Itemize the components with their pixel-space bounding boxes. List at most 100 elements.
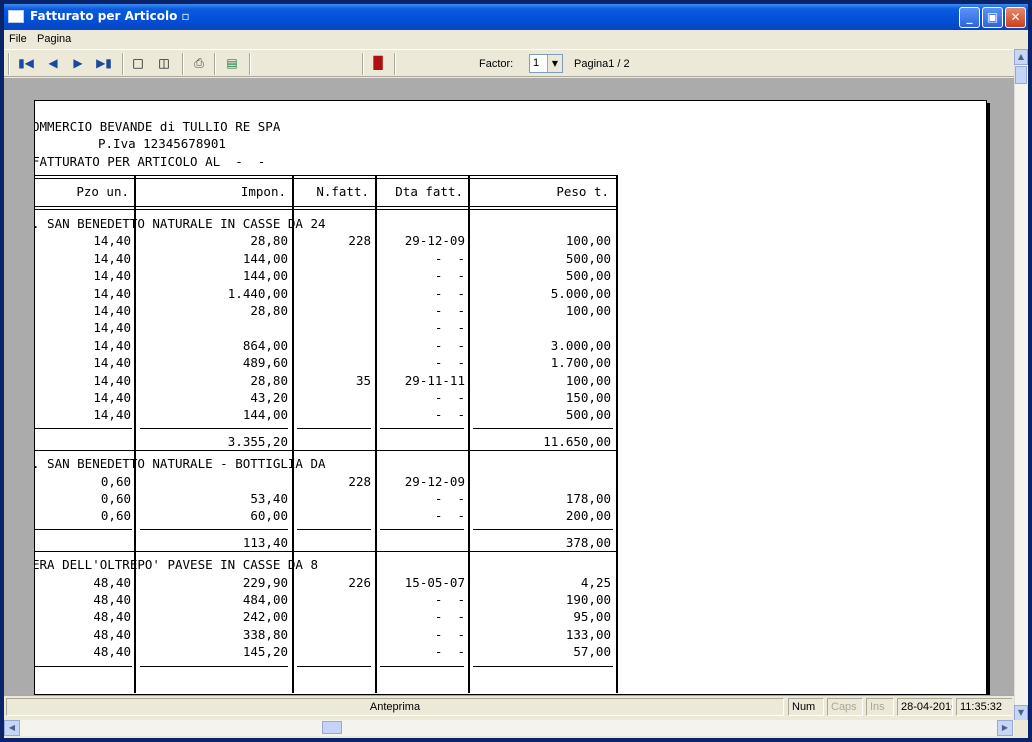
- factor-select[interactable]: 1 ▼: [529, 54, 563, 73]
- scroll-up-icon[interactable]: ▲: [1014, 49, 1028, 65]
- table-cell: 1.700,00: [550, 355, 611, 371]
- title-bar[interactable]: Fatturato per Articolo ▫ _ ▣ ✕: [4, 4, 1028, 30]
- table-cell: 14,40: [93, 233, 131, 249]
- subtotal-peso: 378,00: [565, 534, 611, 550]
- subtotal-impon: 3.355,20: [227, 433, 288, 449]
- table-cell: - -: [434, 355, 465, 371]
- header-top-rule: [35, 178, 616, 179]
- subtotal-rule: [35, 427, 132, 429]
- chevron-down-icon[interactable]: ▼: [547, 55, 562, 72]
- report-company: OMMERCIO BEVANDE di TULLIO RE SPA: [34, 119, 281, 134]
- subtotal-rule: [35, 528, 132, 530]
- scroll-left-icon[interactable]: ◀: [4, 720, 20, 736]
- table-cell: - -: [434, 320, 465, 336]
- previous-page-icon[interactable]: ◀: [43, 54, 63, 72]
- last-page-icon[interactable]: ▶▮: [94, 54, 114, 72]
- first-page-icon[interactable]: ▮◀: [16, 54, 36, 72]
- table-cell: 500,00: [565, 268, 611, 284]
- status-caps: Caps: [827, 698, 863, 716]
- status-ins: Ins: [866, 698, 894, 716]
- table-cell: 14,40: [93, 355, 131, 371]
- subtotal-rule: [473, 427, 613, 429]
- minimize-button[interactable]: _: [959, 7, 980, 28]
- two-pages-icon[interactable]: ◫: [154, 54, 174, 72]
- subtotal-rule: [297, 427, 371, 429]
- group-separator-rule: [35, 551, 616, 553]
- horizontal-scroll-thumb[interactable]: [322, 721, 342, 734]
- table-column-rule: [468, 175, 470, 693]
- subtotal-rule: [140, 665, 288, 667]
- print-icon[interactable]: ⎙: [189, 54, 209, 72]
- table-cell: - -: [434, 390, 465, 405]
- table-column-rule: [375, 175, 377, 693]
- table-cell: 864,00: [242, 337, 288, 353]
- table-cell: 28,80: [250, 233, 288, 249]
- table-cell: 133,00: [565, 626, 611, 642]
- toolbar-separator: [122, 53, 124, 75]
- exit-door-icon[interactable]: █: [368, 54, 388, 72]
- subtotal-rule: [380, 427, 464, 429]
- toolbar-separator: [182, 53, 184, 75]
- table-cell: 28,80: [250, 303, 288, 318]
- subtotal-rule: [380, 528, 464, 530]
- table-cell: 226: [348, 574, 371, 590]
- table-cell: - -: [434, 337, 465, 353]
- table-cell: 144,00: [242, 268, 288, 284]
- scroll-down-icon[interactable]: ▼: [1014, 705, 1028, 721]
- table-cell: 338,80: [242, 626, 288, 642]
- table-cell: 1.440,00: [227, 285, 288, 301]
- report-title: FATTURATO PER ARTICOLO AL - -: [34, 154, 266, 169]
- table-cell: 144,00: [242, 250, 288, 266]
- table-cell: 200,00: [565, 508, 611, 524]
- maximize-button[interactable]: ▣: [982, 7, 1003, 28]
- scrollbar-corner: [1014, 720, 1028, 736]
- table-cell: - -: [434, 592, 465, 607]
- factor-label: Factor:: [479, 58, 514, 70]
- table-cell: - -: [434, 491, 465, 506]
- table-cell: 29-12-09: [404, 233, 465, 249]
- subtotal-rule: [297, 528, 371, 530]
- table-cell: 145,20: [242, 644, 288, 660]
- table-cell: 144,00: [242, 407, 288, 423]
- client-area: File Pagina ▮◀ ◀ ▶ ▶▮ □ ◫ ⎙ ▤ █ Factor: …: [4, 30, 1028, 738]
- menu-file[interactable]: File: [9, 33, 27, 45]
- group-title: . SAN BENEDETTO NATURALE IN CASSE DA 24: [34, 216, 326, 231]
- table-cell: 100,00: [565, 303, 611, 318]
- single-page-icon[interactable]: □: [128, 54, 148, 72]
- column-header: N.fatt.: [316, 184, 369, 199]
- toolbar-separator: [249, 53, 251, 75]
- report-piva: P.Iva 12345678901: [98, 136, 226, 151]
- table-cell: 100,00: [565, 372, 611, 388]
- preview-viewport: OMMERCIO BEVANDE di TULLIO RE SPA P.Iva 1…: [4, 78, 1014, 695]
- table-cell: - -: [434, 407, 465, 423]
- table-cell: 484,00: [242, 592, 288, 607]
- subtotal-rule: [473, 665, 613, 667]
- status-time: 11:35:32: [956, 698, 1012, 716]
- scroll-right-icon[interactable]: ▶: [997, 720, 1013, 736]
- horizontal-scrollbar[interactable]: ◀ ▶: [4, 720, 1014, 736]
- subtotal-rule: [473, 528, 613, 530]
- table-cell: - -: [434, 609, 465, 625]
- table-cell: 5.000,00: [550, 285, 611, 301]
- table-cell: 14,40: [93, 268, 131, 284]
- toolbar-separator: [214, 53, 216, 75]
- report-page: OMMERCIO BEVANDE di TULLIO RE SPA P.Iva 1…: [34, 100, 987, 695]
- table-cell: 150,00: [565, 390, 611, 405]
- table-cell: 242,00: [242, 609, 288, 625]
- table-cell: - -: [434, 250, 465, 266]
- table-cell: 3.000,00: [550, 337, 611, 353]
- next-page-icon[interactable]: ▶: [68, 54, 88, 72]
- subtotal-rule: [35, 665, 132, 667]
- table-cell: 35: [355, 372, 371, 388]
- menu-bar: File Pagina: [4, 30, 1014, 49]
- menu-pagina[interactable]: Pagina: [37, 33, 71, 45]
- export-icon[interactable]: ▤: [222, 54, 242, 72]
- report-content: OMMERCIO BEVANDE di TULLIO RE SPA P.Iva 1…: [34, 101, 986, 694]
- app-icon[interactable]: [8, 10, 24, 23]
- vertical-scroll-thumb[interactable]: [1015, 66, 1027, 84]
- table-cell: - -: [434, 626, 465, 642]
- close-button[interactable]: ✕: [1005, 7, 1026, 28]
- vertical-scrollbar[interactable]: ▲ ▼: [1014, 49, 1028, 722]
- table-cell: 14,40: [93, 250, 131, 266]
- table-cell: 0,60: [100, 473, 131, 489]
